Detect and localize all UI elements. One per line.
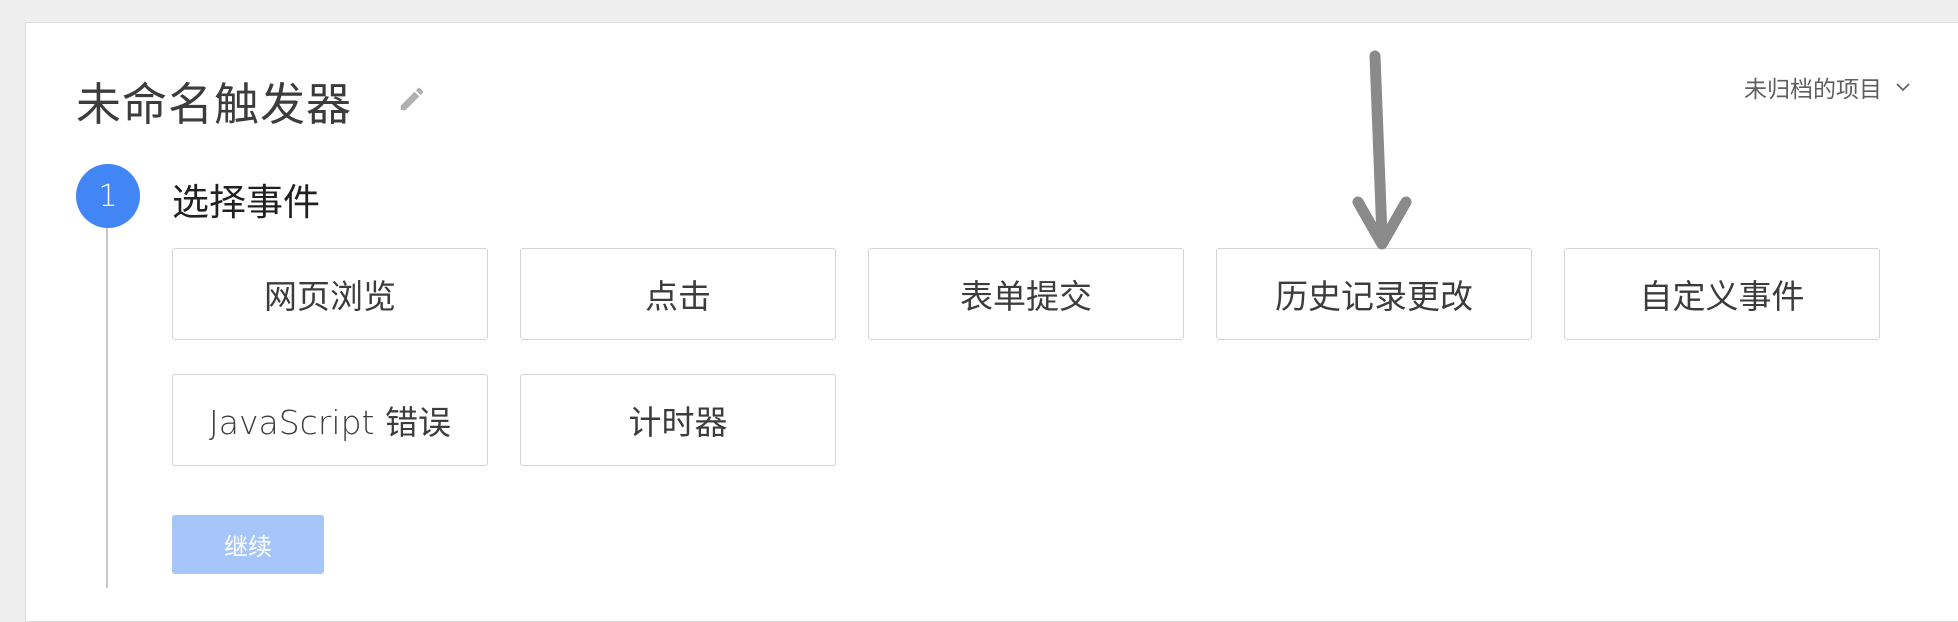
event-button-click[interactable]: 点击 <box>520 248 836 340</box>
event-button-javascript-error[interactable]: JavaScript 错误 <box>172 374 488 466</box>
pencil-icon[interactable] <box>397 84 427 114</box>
event-button-custom-event[interactable]: 自定义事件 <box>1564 248 1880 340</box>
step-connector-line <box>106 228 108 588</box>
event-button-pageview[interactable]: 网页浏览 <box>172 248 488 340</box>
folder-label: 未归档的项目 <box>1744 77 1882 103</box>
step-title: 选择事件 <box>172 181 320 224</box>
event-button-form-submit[interactable]: 表单提交 <box>868 248 1184 340</box>
folder-dropdown[interactable]: 未归档的项目 <box>1744 70 1912 104</box>
event-button-history-change[interactable]: 历史记录更改 <box>1216 248 1532 340</box>
chevron-down-icon <box>1896 83 1910 92</box>
step-number-badge: 1 <box>76 164 140 228</box>
annotation-arrow-icon <box>1352 50 1412 250</box>
continue-button[interactable]: 继续 <box>172 515 324 574</box>
event-button-timer[interactable]: 计时器 <box>520 374 836 466</box>
trigger-title[interactable]: 未命名触发器 <box>76 68 352 133</box>
